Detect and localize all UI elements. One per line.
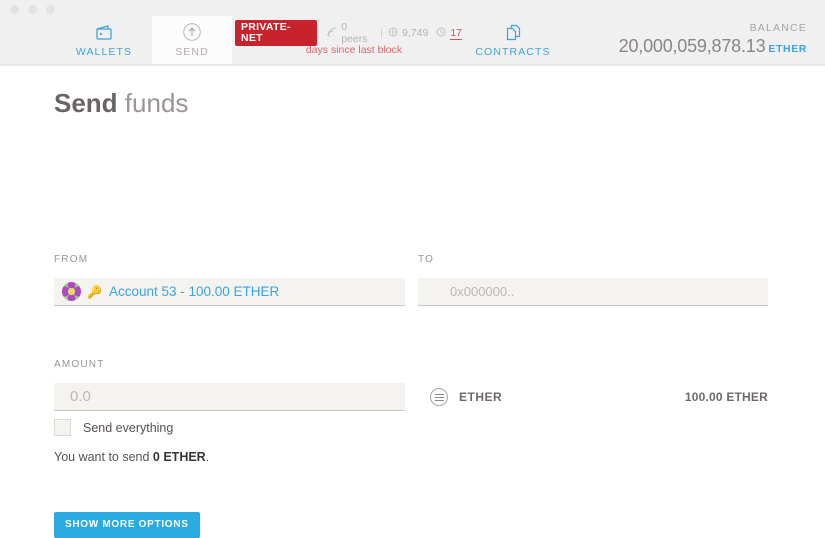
page-title-light: funds <box>117 88 189 118</box>
token-balance: 100.00 ETHER <box>684 390 768 404</box>
token-row[interactable]: ETHER 100.00 ETHER <box>430 386 768 408</box>
tab-contracts[interactable]: CONTRACTS <box>472 16 554 66</box>
block-icon <box>388 27 398 40</box>
send-everything-checkbox[interactable] <box>54 419 71 436</box>
signal-icon <box>327 27 337 40</box>
send-note-suffix: . <box>205 450 210 464</box>
token-name: ETHER <box>459 390 503 404</box>
amount-input[interactable]: 0.0 <box>54 383 405 411</box>
page-title: Send funds <box>54 88 188 119</box>
page-title-bold: Send <box>54 88 118 118</box>
from-label: FROM <box>54 254 89 265</box>
to-address-placeholder: 0x000000.. <box>450 284 515 299</box>
network-status: PRIVATE-NET 0 peers | 9,749 17 days sinc… <box>232 20 462 66</box>
peer-count: 0 peers <box>327 21 375 45</box>
balance-label: BALANCE <box>749 22 807 34</box>
send-everything-row[interactable]: Send everything <box>54 419 173 436</box>
balance-value: 20,000,059,878.13 ETHER <box>619 36 807 57</box>
account-identicon <box>62 282 81 301</box>
maximize-button-icon[interactable] <box>46 5 55 14</box>
tab-contracts-label: CONTRACTS <box>475 46 551 58</box>
wallet-icon <box>95 21 114 43</box>
list-circle-icon <box>430 388 448 406</box>
tab-wallets[interactable]: WALLETS <box>64 16 144 66</box>
from-account-text: Account 53 - 100.00 ETHER <box>108 284 280 299</box>
amount-label: AMOUNT <box>54 359 105 370</box>
days-since-block-count: 17 <box>436 27 462 40</box>
network-status-row: PRIVATE-NET 0 peers | 9,749 17 <box>232 20 462 46</box>
tab-wallets-label: WALLETS <box>75 46 133 58</box>
close-button-icon[interactable] <box>10 5 19 14</box>
balance-unit: ETHER <box>768 43 807 55</box>
balance-amount: 20,000,059,878.13 <box>618 36 766 56</box>
key-icon: 🔑 <box>87 284 102 299</box>
window-titlebar <box>0 0 825 16</box>
up-arrow-circle-icon <box>182 21 202 43</box>
status-separator: | <box>380 27 384 39</box>
clock-icon <box>436 27 446 40</box>
to-label: TO <box>418 254 435 265</box>
documents-icon <box>504 21 523 43</box>
send-funds-page: Send funds FROM 🔑 Account 53 - 100.00 ET… <box>0 66 825 538</box>
show-more-options-button[interactable]: SHOW MORE OPTIONS <box>54 512 200 538</box>
send-note-prefix: You want to send <box>54 450 153 464</box>
to-address-field[interactable]: 0x000000.. <box>418 278 768 306</box>
send-note-amount: 0 ETHER <box>152 450 206 464</box>
days-count-text: 17 <box>450 26 462 40</box>
from-account-select[interactable]: 🔑 Account 53 - 100.00 ETHER <box>54 278 405 306</box>
network-badge: PRIVATE-NET <box>235 20 318 46</box>
block-number: 9,749 <box>388 27 428 40</box>
amount-placeholder: 0.0 <box>70 388 91 405</box>
traffic-lights <box>10 5 55 14</box>
minimize-button-icon[interactable] <box>28 5 37 14</box>
tab-send-label: SEND <box>175 46 209 58</box>
top-navigation-bar: WALLETS SEND CONTRACTS PRIVATE-NET 0 pee… <box>0 16 825 66</box>
peer-count-text: 0 peers <box>341 21 368 45</box>
balance-block: BALANCE 20,000,059,878.13 ETHER <box>619 22 807 57</box>
block-number-text: 9,749 <box>402 27 429 39</box>
tab-send[interactable]: SEND <box>152 16 232 66</box>
send-summary-note: You want to send 0 ETHER. <box>54 450 209 464</box>
send-everything-label: Send everything <box>83 420 174 435</box>
